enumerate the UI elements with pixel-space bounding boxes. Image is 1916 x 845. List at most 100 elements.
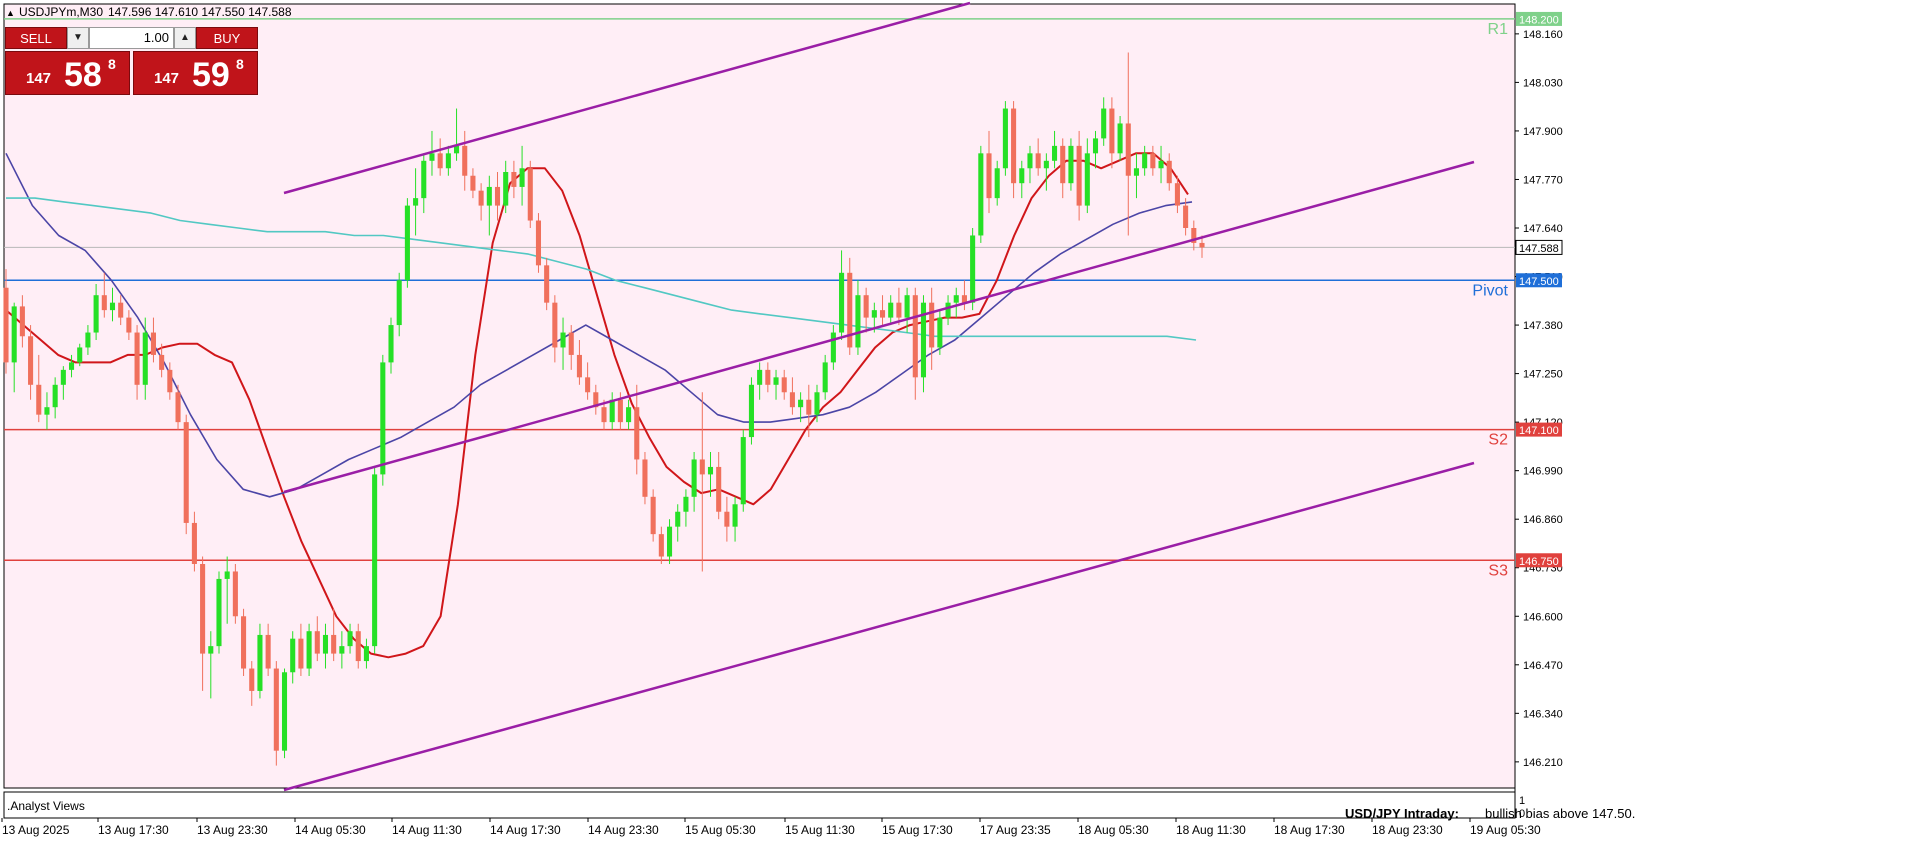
candle-body	[36, 384, 42, 415]
candle-body	[298, 638, 304, 669]
time-tick-label: 13 Aug 17:30	[98, 823, 169, 837]
candle-body	[830, 332, 836, 363]
candle	[281, 668, 288, 759]
candle-body	[626, 407, 632, 423]
candle-body	[3, 287, 9, 363]
candle-body	[93, 295, 99, 333]
candle-body	[339, 646, 345, 654]
candle-body	[175, 392, 181, 423]
candle-body	[257, 634, 263, 691]
candle-body	[191, 522, 197, 564]
candle-body	[85, 332, 91, 348]
time-tick-label: 17 Aug 23:35	[980, 823, 1051, 837]
candle-body	[1043, 160, 1049, 169]
candle-body	[650, 496, 656, 535]
candle-body	[879, 310, 886, 318]
candle-body	[953, 295, 959, 303]
candle-body	[470, 175, 476, 191]
candle-body	[773, 377, 779, 385]
candle-body	[363, 646, 369, 662]
candle-body	[494, 186, 501, 206]
candle-body	[642, 459, 648, 497]
candle-body	[331, 634, 337, 654]
candle-body	[1150, 153, 1156, 169]
candle-body	[822, 362, 828, 393]
time-tick-label: 14 Aug 23:30	[588, 823, 659, 837]
candle-body	[560, 332, 566, 348]
lot-decrease-button[interactable]: ▼	[67, 27, 89, 49]
candle-body	[699, 459, 705, 475]
subpanel-note-text: bullish bias above 147.50.	[1485, 806, 1635, 821]
candle-body	[552, 302, 558, 348]
subpanel-scale-top: 1	[1519, 795, 1525, 807]
candle	[257, 623, 263, 699]
time-tick-label: 18 Aug 05:30	[1078, 823, 1149, 837]
candle-body	[314, 631, 320, 654]
ask-price-main: 59	[192, 56, 230, 94]
candle-body	[273, 668, 279, 751]
candle	[232, 564, 238, 624]
price-tag-text-s3: 146.750	[1519, 556, 1559, 568]
candle-body	[609, 399, 615, 423]
candle-body	[44, 407, 50, 415]
price-tick-label: 146.990	[1523, 466, 1563, 478]
candle-body	[855, 295, 861, 348]
ask-quote-button[interactable]: 147 59 8	[133, 51, 258, 95]
buy-button[interactable]: BUY	[196, 27, 258, 49]
candle-body	[871, 310, 877, 318]
candle	[650, 489, 656, 542]
chart-header-title: USDJPYm,M30	[19, 5, 103, 19]
bid-quote-button[interactable]: 147 58 8	[5, 51, 130, 95]
candle-body	[1158, 160, 1164, 169]
candle-body	[396, 280, 402, 326]
candle-body	[347, 631, 353, 647]
candle	[372, 466, 378, 654]
candle-body	[281, 672, 288, 751]
price-chart[interactable]: R1 Pivot S2 S3 148.160 148.030 147.900 147.770…	[0, 0, 1916, 840]
chevron-down-icon: ▼	[73, 32, 83, 43]
candle-body	[429, 153, 435, 161]
candle-body	[183, 422, 189, 523]
candle	[216, 571, 222, 654]
candle-body	[388, 325, 394, 363]
time-tick-label: 15 Aug 05:30	[685, 823, 756, 837]
candle	[544, 257, 550, 311]
candle	[748, 377, 754, 445]
time-tick-label: 13 Aug 2025	[2, 823, 70, 837]
candle-body	[437, 153, 443, 169]
bid-price-prefix: 147	[26, 70, 52, 87]
candle-body	[486, 186, 492, 206]
candle-body	[576, 354, 582, 378]
candle	[740, 429, 746, 512]
price-tick-label: 148.160	[1523, 29, 1563, 41]
price-tick-label: 146.470	[1523, 660, 1563, 672]
lot-size-input[interactable]: 1.00	[89, 27, 174, 49]
lot-increase-button[interactable]: ▲	[174, 27, 196, 49]
candle-body	[1092, 138, 1099, 154]
level-label-s2: S2	[1488, 432, 1508, 449]
candle-body	[355, 631, 361, 662]
chart-header-ohlc: 147.596 147.610 147.550 147.588	[108, 5, 292, 19]
candle-body	[19, 306, 25, 337]
candle-body	[691, 459, 697, 497]
candle-body	[1101, 108, 1107, 139]
candle-body	[634, 407, 640, 460]
candle-body	[544, 265, 550, 303]
price-tag-text-s2: 147.100	[1519, 425, 1559, 437]
candle	[978, 145, 984, 243]
candle	[527, 160, 533, 228]
time-tick-label: 15 Aug 11:30	[785, 823, 855, 837]
candle-body	[413, 198, 419, 206]
candle-body	[404, 205, 410, 281]
candle-body	[757, 369, 763, 385]
candle-body	[535, 220, 542, 266]
bid-price-main: 58	[64, 56, 102, 94]
candle	[183, 414, 189, 535]
candle-body	[118, 302, 124, 318]
sell-button[interactable]: SELL	[5, 27, 67, 49]
time-tick-label: 15 Aug 17:30	[882, 823, 953, 837]
candle-body	[568, 332, 574, 355]
candle-body	[716, 466, 722, 512]
time-tick-label: 13 Aug 23:30	[197, 823, 268, 837]
candle-body	[1117, 123, 1123, 154]
